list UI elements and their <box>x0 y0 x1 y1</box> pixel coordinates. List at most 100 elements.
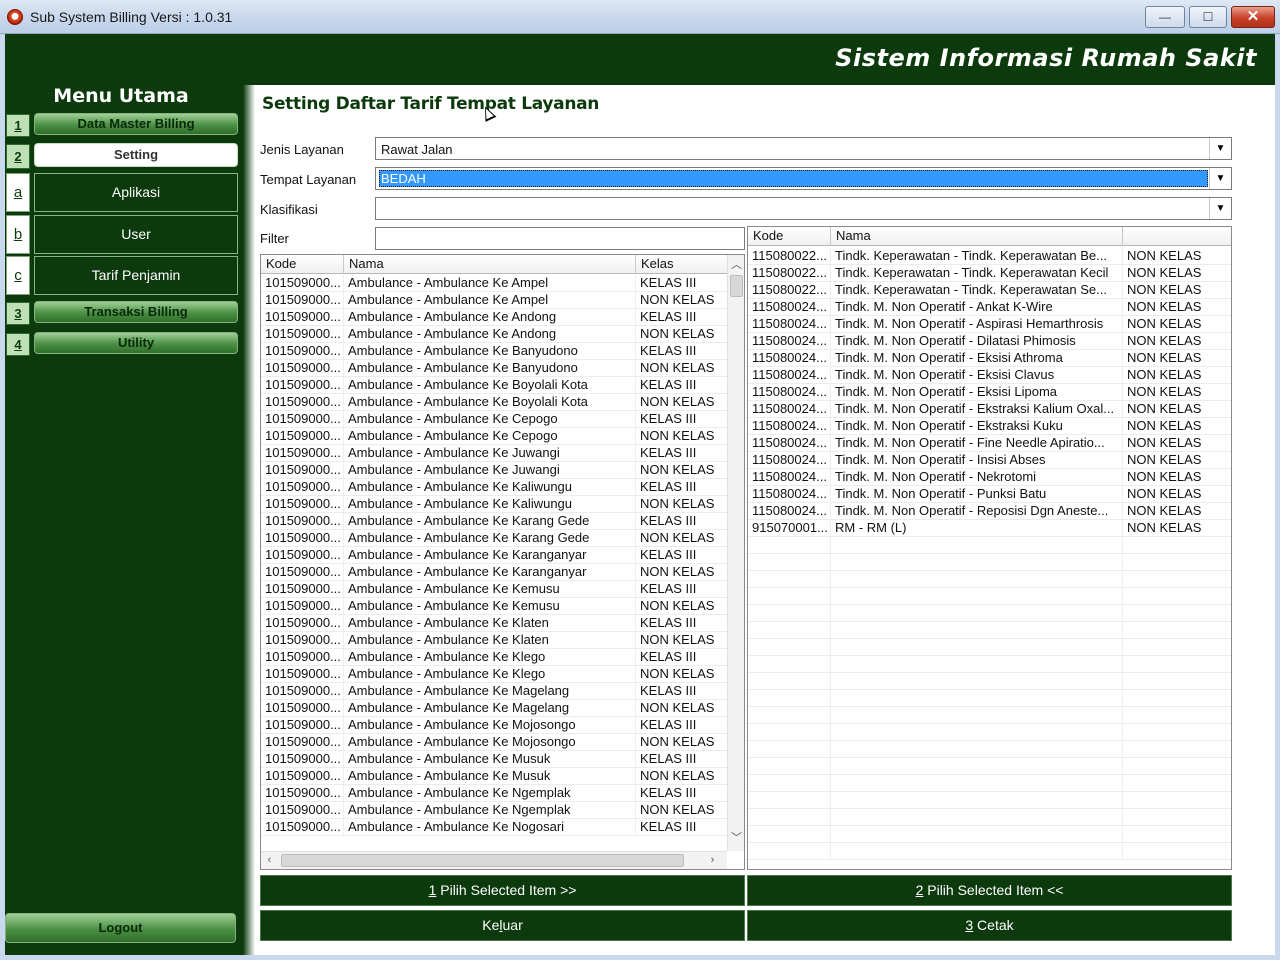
table-row[interactable]: 115080024... Tindk. M. Non Operatif - Ins… <box>748 452 1231 469</box>
table-row[interactable]: 101509000... Ambulance - Ambulance Ke Boy… <box>261 394 727 411</box>
keluar-button[interactable]: Keluar <box>260 910 745 941</box>
column-header-kode[interactable]: Kode <box>261 255 344 274</box>
table-row[interactable]: 115080024... Tindk. M. Non Operatif - Pun… <box>748 486 1231 503</box>
table-row[interactable]: 101509000... Ambulance - Ambulance Ke Kem… <box>261 581 727 598</box>
submenu-tarif-penjamin[interactable]: Tarif Penjamin <box>34 256 238 295</box>
menu-number-3[interactable]: 3 <box>6 302 30 325</box>
table-row[interactable]: 101509000... Ambulance - Ambulance Ke Nge… <box>261 785 727 802</box>
submenu-key-a[interactable]: a <box>6 173 30 212</box>
table-row[interactable]: 101509000... Ambulance - Ambulance Ke Cep… <box>261 411 727 428</box>
cell-kode: 101509000... <box>261 717 344 734</box>
available-tarif-table[interactable]: Kode Nama Kelas 101509000... Ambulance - … <box>260 254 745 870</box>
menu-data-master-billing[interactable]: Data Master Billing <box>34 113 238 135</box>
scroll-right-icon[interactable]: › <box>704 852 721 869</box>
table-row[interactable]: 115080022... Tindk. Keperawatan - Tindk. … <box>748 248 1231 265</box>
minimize-button[interactable]: — <box>1145 6 1185 28</box>
tempat-layanan-select[interactable]: BEDAH ▼ <box>375 167 1232 190</box>
column-header-kelas[interactable] <box>1123 227 1231 246</box>
cell-kode: 101509000... <box>261 479 344 496</box>
menu-number-1[interactable]: 1 <box>6 114 30 137</box>
column-header-kelas[interactable]: Kelas <box>636 255 727 274</box>
table-row[interactable]: 115080024... Tindk. M. Non Operatif - Eks… <box>748 418 1231 435</box>
table-row[interactable]: 101509000... Ambulance - Ambulance Ke Amp… <box>261 275 727 292</box>
menu-number-4[interactable]: 4 <box>6 333 30 356</box>
column-header-nama[interactable]: Nama <box>831 227 1123 246</box>
close-button[interactable]: ✕ <box>1231 6 1275 28</box>
pilih-selected-remove-button[interactable]: 2 Pilih Selected Item << <box>747 875 1232 906</box>
cell-kode: 115080024... <box>748 350 831 367</box>
table-row[interactable]: 101509000... Ambulance - Ambulance Ke Kal… <box>261 496 727 513</box>
submenu-aplikasi[interactable]: Aplikasi <box>34 173 238 212</box>
table-row[interactable]: 101509000... Ambulance - Ambulance Ke And… <box>261 326 727 343</box>
table-row[interactable]: 115080022... Tindk. Keperawatan - Tindk. … <box>748 282 1231 299</box>
menu-number-2[interactable]: 2 <box>6 144 30 169</box>
table-row[interactable]: 101509000... Ambulance - Ambulance Ke Nge… <box>261 802 727 819</box>
table-row[interactable]: 101509000... Ambulance - Ambulance Ke Mag… <box>261 700 727 717</box>
scroll-up-icon[interactable]: ︿ <box>728 257 744 274</box>
horizontal-scrollbar[interactable]: ‹ › <box>261 851 727 869</box>
selected-tarif-table[interactable]: Kode Nama 115080022... Tindk. Keperawatan… <box>747 226 1232 870</box>
menu-transaksi-billing[interactable]: Transaksi Billing <box>34 301 238 323</box>
scrollbar-thumb[interactable] <box>730 275 743 297</box>
cetak-button[interactable]: 3 Cetak <box>747 910 1232 941</box>
table-row[interactable]: 101509000... Ambulance - Ambulance Ke Kle… <box>261 666 727 683</box>
table-row[interactable]: 115080024... Tindk. M. Non Operatif - Eks… <box>748 401 1231 418</box>
submenu-key-c[interactable]: c <box>6 256 30 295</box>
table-row[interactable]: 101509000... Ambulance - Ambulance Ke And… <box>261 309 727 326</box>
table-row[interactable]: 115080024... Tindk. M. Non Operatif - Eks… <box>748 384 1231 401</box>
table-row[interactable]: 101509000... Ambulance - Ambulance Ke Moj… <box>261 717 727 734</box>
table-row[interactable]: 115080024... Tindk. M. Non Operatif - Rep… <box>748 503 1231 520</box>
chevron-down-icon[interactable]: ▼ <box>1209 138 1231 159</box>
chevron-down-icon[interactable]: ▼ <box>1209 168 1231 189</box>
table-row[interactable]: 101509000... Ambulance - Ambulance Ke Kla… <box>261 615 727 632</box>
filter-input[interactable] <box>375 227 745 250</box>
menu-setting[interactable]: Setting <box>34 143 238 167</box>
table-row[interactable]: 115080024... Tindk. M. Non Operatif - Dil… <box>748 333 1231 350</box>
table-row[interactable]: 101509000... Ambulance - Ambulance Ke Mag… <box>261 683 727 700</box>
table-row[interactable]: 101509000... Ambulance - Ambulance Ke Mus… <box>261 768 727 785</box>
table-row[interactable]: 101509000... Ambulance - Ambulance Ke Moj… <box>261 734 727 751</box>
table-row[interactable]: 115080022... Tindk. Keperawatan - Tindk. … <box>748 265 1231 282</box>
table-row[interactable]: 101509000... Ambulance - Ambulance Ke Juw… <box>261 462 727 479</box>
table-row[interactable]: 101509000... Ambulance - Ambulance Ke Juw… <box>261 445 727 462</box>
table-row[interactable]: 101509000... Ambulance - Ambulance Ke Kar… <box>261 513 727 530</box>
menu-utility[interactable]: Utility <box>34 332 238 354</box>
table-row[interactable]: 101509000... Ambulance - Ambulance Ke Ban… <box>261 343 727 360</box>
pilih-selected-add-button[interactable]: 1 Pilih Selected Item >> <box>260 875 745 906</box>
table-row[interactable]: 101509000... Ambulance - Ambulance Ke Kar… <box>261 547 727 564</box>
table-row[interactable]: 101509000... Ambulance - Ambulance Ke Kar… <box>261 564 727 581</box>
table-row[interactable]: 101509000... Ambulance - Ambulance Ke Kem… <box>261 598 727 615</box>
scrollbar-thumb[interactable] <box>281 854 684 867</box>
table-row[interactable]: 101509000... Ambulance - Ambulance Ke Boy… <box>261 377 727 394</box>
table-row[interactable]: 101509000... Ambulance - Ambulance Ke Kla… <box>261 632 727 649</box>
column-header-kode[interactable]: Kode <box>748 227 831 246</box>
maximize-button[interactable]: ☐ <box>1189 6 1227 28</box>
table-row[interactable]: 115080024... Tindk. M. Non Operatif - Eks… <box>748 367 1231 384</box>
scroll-down-icon[interactable]: ﹀ <box>728 830 744 847</box>
submenu-key-b[interactable]: b <box>6 215 30 254</box>
table-row[interactable]: 101509000... Ambulance - Ambulance Ke Kal… <box>261 479 727 496</box>
table-row[interactable]: 101509000... Ambulance - Ambulance Ke Nog… <box>261 819 727 836</box>
table-row[interactable]: 101509000... Ambulance - Ambulance Ke Kle… <box>261 649 727 666</box>
table-row[interactable]: 115080024... Tindk. M. Non Operatif - Nek… <box>748 469 1231 486</box>
table-row[interactable]: 115080024... Tindk. M. Non Operatif - Ank… <box>748 299 1231 316</box>
table-row[interactable]: 115080024... Tindk. M. Non Operatif - Asp… <box>748 316 1231 333</box>
table-row[interactable]: 101509000... Ambulance - Ambulance Ke Mus… <box>261 751 727 768</box>
cell-kode: 101509000... <box>261 581 344 598</box>
logout-button[interactable]: Logout <box>5 913 236 943</box>
vertical-scrollbar[interactable]: ︿ ﹀ <box>727 255 744 851</box>
submenu-user[interactable]: User <box>34 215 238 254</box>
table-row[interactable]: 101509000... Ambulance - Ambulance Ke Ban… <box>261 360 727 377</box>
table-row[interactable]: 915070001... RM - RM (L) NON KELAS <box>748 520 1231 537</box>
jenis-layanan-select[interactable]: Rawat Jalan ▼ <box>375 137 1232 160</box>
scroll-left-icon[interactable]: ‹ <box>261 852 278 869</box>
table-row[interactable]: 101509000... Ambulance - Ambulance Ke Kar… <box>261 530 727 547</box>
table-row[interactable]: 101509000... Ambulance - Ambulance Ke Amp… <box>261 292 727 309</box>
chevron-down-icon[interactable]: ▼ <box>1209 198 1231 219</box>
table-row[interactable]: 115080024... Tindk. M. Non Operatif - Eks… <box>748 350 1231 367</box>
table-row[interactable]: 115080024... Tindk. M. Non Operatif - Fin… <box>748 435 1231 452</box>
cell-nama: Tindk. M. Non Operatif - Nekrotomi <box>831 469 1123 486</box>
column-header-nama[interactable]: Nama <box>344 255 636 274</box>
table-row[interactable]: 101509000... Ambulance - Ambulance Ke Cep… <box>261 428 727 445</box>
klasifikasi-select[interactable]: ▼ <box>375 197 1232 220</box>
